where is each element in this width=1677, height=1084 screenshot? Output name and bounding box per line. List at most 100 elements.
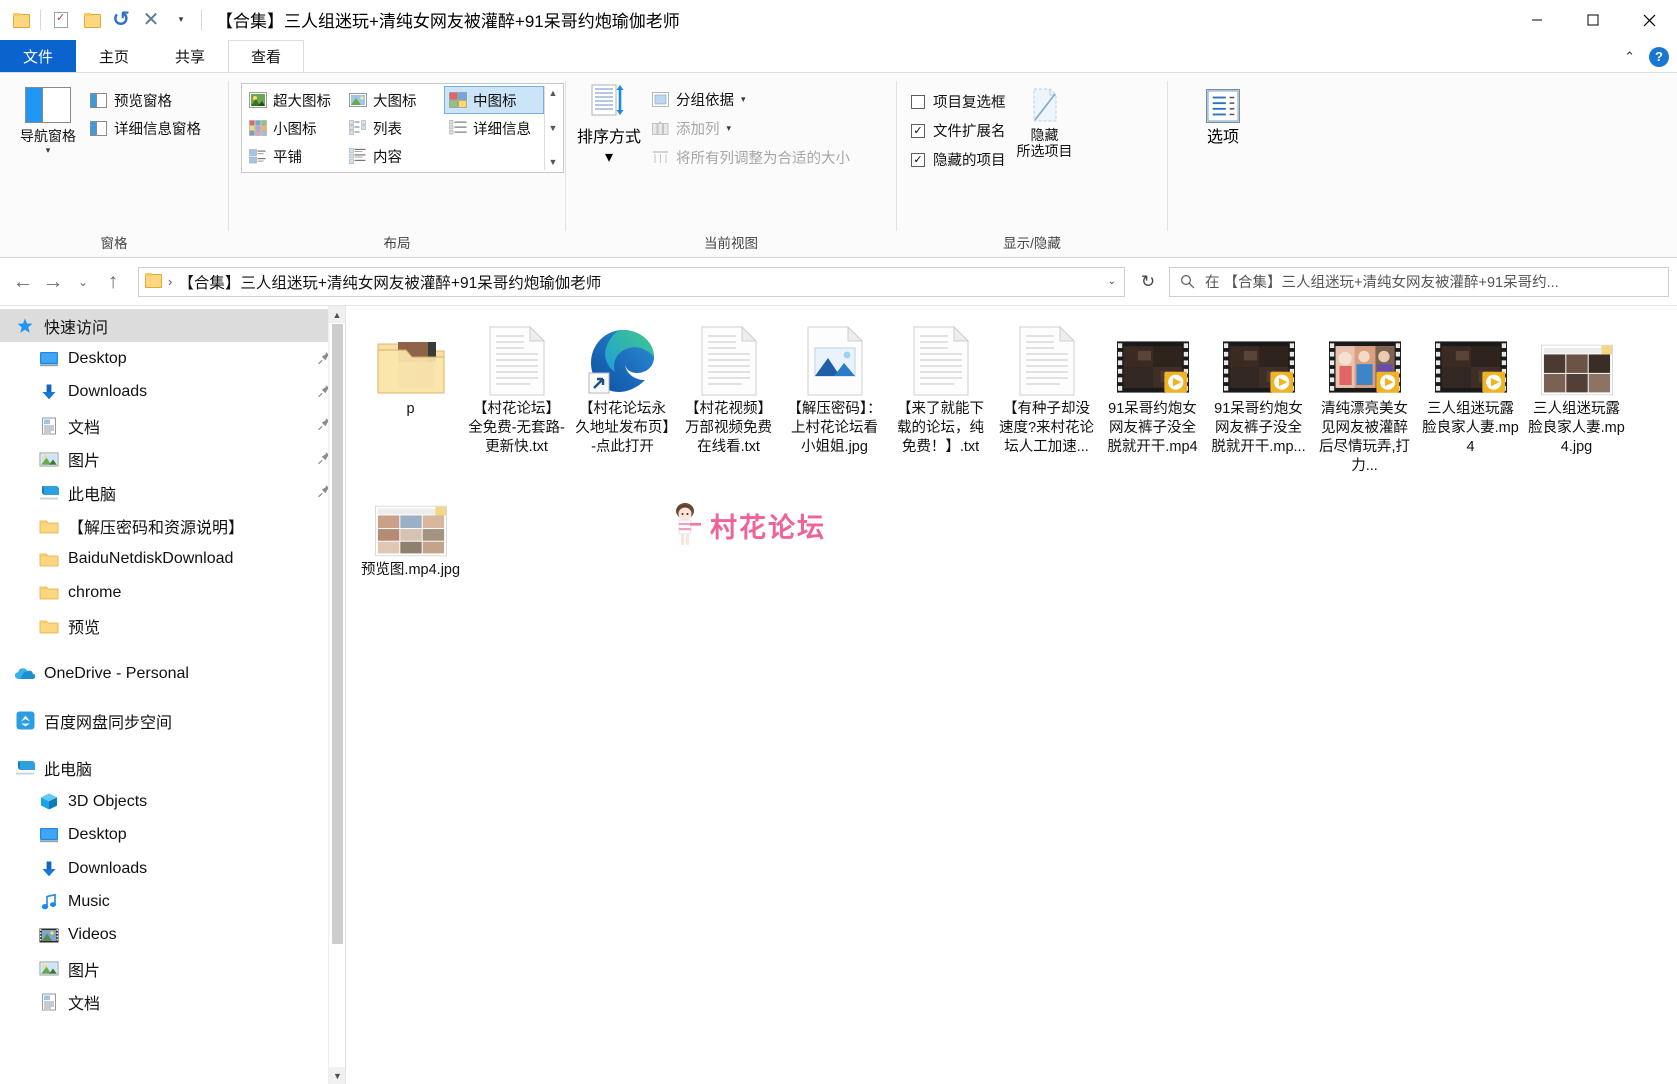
chevron-down-icon[interactable]: ▾ xyxy=(727,123,732,134)
customize-quick-access-caret[interactable]: ▾ xyxy=(167,6,195,34)
help-icon[interactable]: ? xyxy=(1649,47,1669,67)
minimize-button[interactable] xyxy=(1509,0,1565,40)
chevron-down-icon[interactable]: ▾ xyxy=(741,94,746,105)
layout-medium-icons[interactable]: 中图标 xyxy=(444,86,544,114)
scroll-up-icon[interactable]: ▲ xyxy=(329,306,345,323)
options-button[interactable]: 选项 xyxy=(1187,81,1259,147)
scroll-down-icon[interactable]: ▼ xyxy=(545,123,561,134)
preview-pane-button[interactable]: 预览窗格 xyxy=(90,90,201,111)
sidebar-item-图片[interactable]: 图片 xyxy=(0,443,345,476)
sidebar-item-3D Objects[interactable]: 3D Objects xyxy=(0,785,345,818)
layout-large-icons[interactable]: 大图标 xyxy=(344,86,444,114)
forward-button[interactable]: → xyxy=(38,267,68,297)
maximize-button[interactable] xyxy=(1565,0,1621,40)
recent-locations-icon[interactable]: ⌄ xyxy=(68,267,98,297)
details-pane-button[interactable]: 详细信息窗格 xyxy=(90,118,201,139)
layout-small-icons[interactable]: 小图标 xyxy=(244,114,344,142)
sidebar-item-Videos[interactable]: Videos xyxy=(0,919,345,952)
hide-selected-items-button[interactable]: 隐藏 所选项目 xyxy=(1006,85,1084,159)
collapse-ribbon-icon[interactable]: ⌃ xyxy=(1624,49,1635,65)
file-item[interactable]: 91呆哥约炮女网友裤子没全脱就开干.mp... xyxy=(1206,320,1311,481)
file-extensions-option[interactable]: ✓ 文件扩展名 xyxy=(911,120,1006,141)
layout-extra-large-icons[interactable]: 超大图标 xyxy=(244,86,344,114)
sidebar-item-此电脑[interactable]: 此电脑 xyxy=(0,752,345,785)
sidebar-item-Desktop[interactable]: Desktop xyxy=(0,342,345,375)
checkbox-unchecked[interactable] xyxy=(911,95,925,109)
sidebar-item-文档[interactable]: 文档 xyxy=(0,985,345,1018)
sidebar-item-Desktop[interactable]: Desktop xyxy=(0,818,345,851)
layout-list[interactable]: 列表 xyxy=(344,114,444,142)
file-item[interactable]: 【村花视频】万部视频免费在线看.txt xyxy=(676,320,781,481)
sidebar-item-此电脑[interactable]: 此电脑 xyxy=(0,476,345,509)
chevron-down-icon[interactable]: ▾ xyxy=(46,145,51,156)
sidebar-item-图片[interactable]: 图片 xyxy=(0,952,345,985)
sort-by-button[interactable]: 排序方式 ▾ xyxy=(572,83,646,167)
file-item[interactable]: 【来了就能下载的论坛，纯免费！】.txt xyxy=(888,320,993,481)
hidden-items-option[interactable]: ✓ 隐藏的项目 xyxy=(911,149,1006,170)
refresh-button[interactable]: ↻ xyxy=(1131,267,1165,297)
group-label-current-view: 当前视图 xyxy=(566,232,896,257)
navigation-pane-button[interactable]: 导航窗格 ▾ xyxy=(6,81,90,156)
sidebar-item-快速访问[interactable]: 快速访问 xyxy=(0,309,345,342)
file-list-view[interactable]: p【村花论坛】全免费-无套路-更新快.txt【村花论坛永久地址发布页】-点此打开… xyxy=(346,306,1677,1084)
layout-details[interactable]: 详细信息 xyxy=(444,114,544,142)
file-item[interactable]: 预览图.mp4.jpg xyxy=(358,481,463,584)
size-all-columns-button[interactable]: 将所有列调整为合适的大小 xyxy=(652,147,850,168)
breadcrumb[interactable]: 【合集】三人组迷玩+清纯女网友被灌醉+91呆哥约炮瑜伽老师 xyxy=(178,271,601,293)
tab-home[interactable]: 主页 xyxy=(76,40,152,72)
scrollbar-thumb[interactable] xyxy=(332,324,343,944)
3d-objects-icon xyxy=(38,791,60,813)
group-by-button[interactable]: 分组依据 ▾ xyxy=(652,89,850,110)
tab-share[interactable]: 共享 xyxy=(152,40,228,72)
tab-file[interactable]: 文件 xyxy=(0,40,76,72)
size-columns-icon xyxy=(652,150,669,165)
sidebar-item-chrome[interactable]: chrome xyxy=(0,576,345,609)
sidebar-item-Music[interactable]: Music xyxy=(0,885,345,918)
file-thumbnail-text-icon xyxy=(1011,324,1083,396)
tab-view[interactable]: 查看 xyxy=(228,40,304,72)
file-item[interactable]: 【村花论坛】全免费-无套路-更新快.txt xyxy=(464,320,569,481)
address-input[interactable]: › 【合集】三人组迷玩+清纯女网友被灌醉+91呆哥约炮瑜伽老师 ⌄ xyxy=(138,267,1125,297)
sidebar-item-BaiduNetdiskDownload[interactable]: BaiduNetdiskDownload xyxy=(0,543,345,576)
add-columns-button[interactable]: 添加列 ▾ xyxy=(652,118,850,139)
sidebar-scrollbar[interactable]: ▲ ▼ xyxy=(328,306,345,1084)
sidebar-item-Downloads[interactable]: Downloads xyxy=(0,376,345,409)
folder-icon[interactable] xyxy=(6,6,34,34)
back-button[interactable]: ← xyxy=(8,267,38,297)
file-item[interactable]: 三人组迷玩露脸良家人妻.mp4.jpg xyxy=(1524,320,1629,481)
chevron-down-icon[interactable]: ⌄ xyxy=(1108,276,1116,287)
up-button[interactable]: ↑ xyxy=(98,267,128,297)
item-checkboxes-option[interactable]: 项目复选框 xyxy=(911,91,1006,112)
sidebar-item-预览[interactable]: 预览 xyxy=(0,610,345,643)
sidebar-item-文档[interactable]: 文档 xyxy=(0,409,345,442)
undo-icon[interactable]: ↺ xyxy=(107,6,135,34)
ribbon-group-options: 选项 xyxy=(1168,73,1278,257)
properties-icon[interactable] xyxy=(47,6,75,34)
file-item[interactable]: 清纯漂亮美女见网友被灌醉后尽情玩弄,打力... xyxy=(1312,320,1417,481)
chevron-down-icon[interactable]: ▾ xyxy=(605,147,613,167)
file-item[interactable]: p xyxy=(358,320,463,481)
delete-icon[interactable]: ✕ xyxy=(137,6,165,34)
layout-content[interactable]: 内容 xyxy=(344,142,444,170)
new-folder-icon[interactable] xyxy=(77,6,105,34)
search-input[interactable]: 在 【合集】三人组迷玩+清纯女网友被灌醉+91呆哥约... xyxy=(1205,271,1559,292)
gallery-expand-icon[interactable]: ▼ xyxy=(545,157,561,168)
sidebar-item-OneDrive - Personal[interactable]: OneDrive - Personal xyxy=(0,657,345,690)
sidebar-item-【解压密码和资源说明】[interactable]: 【解压密码和资源说明】 xyxy=(0,509,345,542)
file-item[interactable]: 【解压密码】：上村花论坛看小姐姐.jpg xyxy=(782,320,887,481)
search-box[interactable]: 在 【合集】三人组迷玩+清纯女网友被灌醉+91呆哥约... xyxy=(1169,267,1669,297)
scroll-up-icon[interactable]: ▲ xyxy=(545,88,561,99)
scroll-down-icon[interactable]: ▼ xyxy=(329,1067,346,1084)
sidebar-item-百度网盘同步空间[interactable]: 百度网盘同步空间 xyxy=(0,704,345,737)
gallery-scrollbar[interactable]: ▲ ▼ ▼ xyxy=(544,86,561,170)
checkbox-checked[interactable]: ✓ xyxy=(911,153,925,167)
file-item[interactable]: 三人组迷玩露脸良家人妻.mp4 xyxy=(1418,320,1523,481)
checkbox-checked[interactable]: ✓ xyxy=(911,124,925,138)
file-thumbnail-text-icon xyxy=(481,324,553,396)
close-button[interactable] xyxy=(1621,0,1677,40)
file-item[interactable]: 91呆哥约炮女网友裤子没全脱就开干.mp4 xyxy=(1100,320,1205,481)
sidebar-item-Downloads[interactable]: Downloads xyxy=(0,852,345,885)
file-item[interactable]: 【有种子却没速度?来村花论坛人工加速... xyxy=(994,320,1099,481)
file-item[interactable]: 【村花论坛永久地址发布页】-点此打开 xyxy=(570,320,675,481)
layout-tiles[interactable]: 平铺 xyxy=(244,142,344,170)
